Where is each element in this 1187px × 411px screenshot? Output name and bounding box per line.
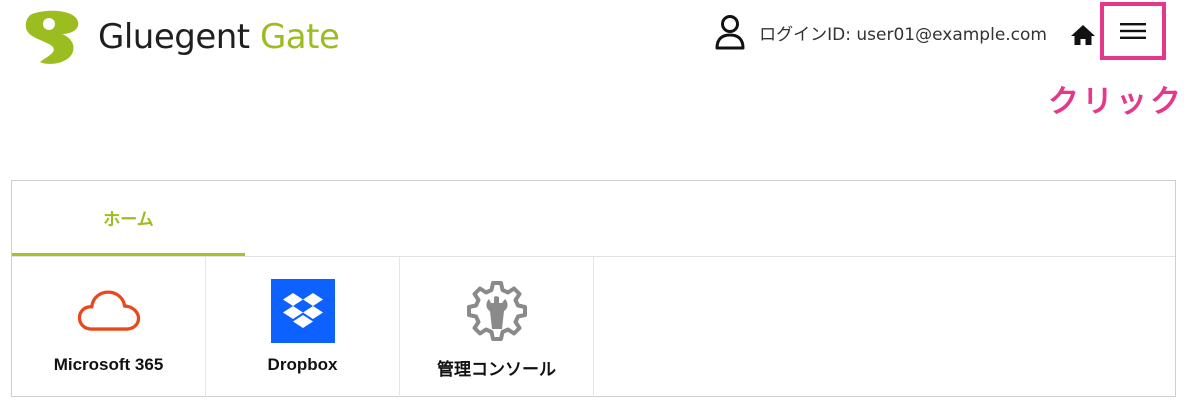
home-button[interactable] [1068,22,1098,48]
login-id-text: ログインID: user01@example.com [759,24,1047,45]
app-tile-admin-console[interactable]: 管理コンソール [400,257,594,397]
app-label: 管理コンソール [437,360,556,379]
app-label: Microsoft 365 [53,355,164,374]
tab-home[interactable]: ホーム [12,181,245,256]
app-tile-microsoft-365[interactable]: Microsoft 365 [12,257,206,397]
brand-word-1: Gluegent [98,17,250,57]
user-info: ログインID: user01@example.com [715,14,1047,50]
app-label: Dropbox [267,355,338,374]
app-panel: ホーム Microsoft 365 Dropbox 管理コンソール [11,180,1176,397]
app-tile-dropbox[interactable]: Dropbox [206,257,400,397]
brand-name: Gluegent Gate [98,17,340,57]
app-list: Microsoft 365 Dropbox 管理コンソール [12,257,1175,397]
gear-wrench-icon [466,281,527,341]
brand-logo[interactable]: Gluegent Gate [22,8,340,66]
app-icon-container [465,279,529,343]
user-icon [715,15,745,50]
app-icon-container [270,279,335,343]
hamburger-menu-button[interactable] [1100,2,1166,60]
app-icon-container [77,279,141,343]
dropbox-icon [270,279,335,343]
hamburger-menu-icon [1120,23,1146,39]
click-annotation-label: クリック [1048,84,1184,120]
gluegent-logo-icon [25,10,79,64]
tab-bar: ホーム [12,181,1175,257]
cloud-icon [77,290,140,331]
home-icon [1071,25,1095,45]
brand-word-2: Gate [259,17,340,57]
